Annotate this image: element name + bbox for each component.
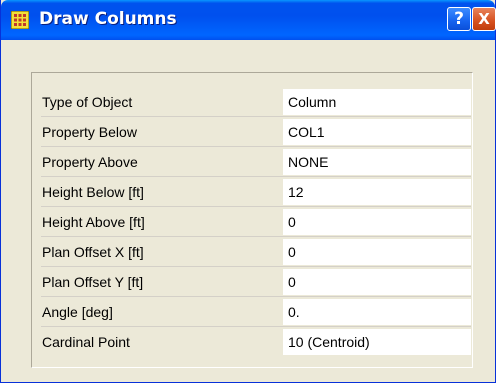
property-label: Property Above <box>42 154 138 170</box>
property-row-property-below: Property Below COL1 <box>33 117 471 147</box>
property-label: Cardinal Point <box>42 334 130 350</box>
property-label: Height Above [ft] <box>42 214 145 230</box>
close-button[interactable]: X <box>472 7 496 31</box>
property-label: Plan Offset Y [ft] <box>42 274 144 290</box>
grid-icon <box>11 11 29 29</box>
property-row-plan-offset-x: Plan Offset X [ft] 0 <box>33 237 471 267</box>
property-value-type-of-object[interactable]: Column <box>283 89 471 115</box>
property-row-plan-offset-y: Plan Offset Y [ft] 0 <box>33 267 471 297</box>
draw-columns-dialog: Draw Columns ? X Type of Object Column P… <box>0 0 496 383</box>
close-icon: X <box>478 10 490 28</box>
property-value-cardinal-point[interactable]: 10 (Centroid) <box>283 329 471 355</box>
title-bar[interactable]: Draw Columns ? X <box>1 0 496 40</box>
property-row-height-below: Height Below [ft] 12 <box>33 177 471 207</box>
dialog-title: Draw Columns <box>39 9 177 29</box>
property-row-cardinal-point: Cardinal Point 10 (Centroid) <box>33 327 471 357</box>
property-label: Type of Object <box>42 94 133 110</box>
property-value-property-above[interactable]: NONE <box>283 149 471 175</box>
property-grid: Type of Object Column Property Below COL… <box>31 72 473 368</box>
property-row-property-above: Property Above NONE <box>33 147 471 177</box>
property-value-property-below[interactable]: COL1 <box>283 119 471 145</box>
property-row-type-of-object: Type of Object Column <box>33 87 471 117</box>
property-label: Height Below [ft] <box>42 184 144 200</box>
property-row-height-above: Height Above [ft] 0 <box>33 207 471 237</box>
help-icon: ? <box>454 9 464 29</box>
property-row-angle: Angle [deg] 0. <box>33 297 471 327</box>
property-label: Plan Offset X [ft] <box>42 244 144 260</box>
property-value-height-above[interactable]: 0 <box>283 209 471 235</box>
property-label: Property Below <box>42 124 137 140</box>
property-value-height-below[interactable]: 12 <box>283 179 471 205</box>
property-label: Angle [deg] <box>42 304 113 320</box>
property-value-angle[interactable]: 0. <box>283 299 471 325</box>
property-value-plan-offset-x[interactable]: 0 <box>283 239 471 265</box>
property-value-plan-offset-y[interactable]: 0 <box>283 269 471 295</box>
help-button[interactable]: ? <box>447 7 471 31</box>
